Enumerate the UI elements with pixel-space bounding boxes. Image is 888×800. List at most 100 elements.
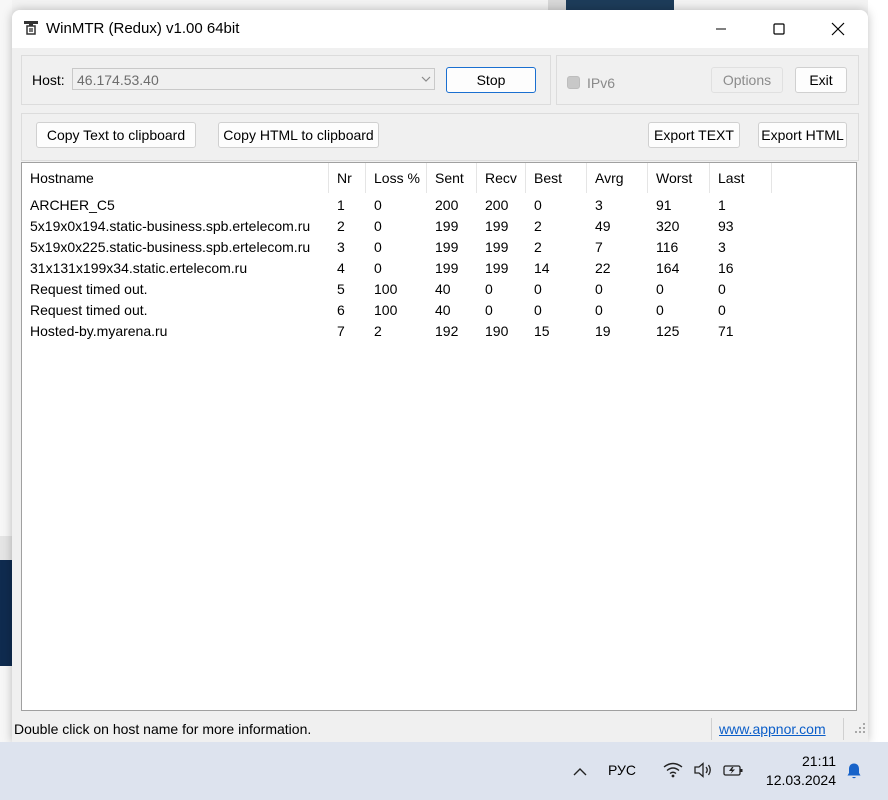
input-language[interactable]: РУС [608, 762, 636, 778]
notification-bell-icon[interactable] [844, 760, 864, 782]
stat-cell: 71 [718, 323, 734, 339]
stat-cell: 199 [435, 260, 459, 276]
stat-cell: 22 [595, 260, 611, 276]
battery-charging-icon[interactable] [721, 760, 745, 780]
options-button[interactable]: Options [711, 67, 783, 93]
background-window-edge [0, 536, 12, 560]
status-divider [711, 718, 712, 740]
exit-button[interactable]: Exit [795, 67, 847, 93]
results-list[interactable]: Hostname Nr Loss % Sent Recv Best Avrg W… [21, 162, 857, 711]
stat-cell: 40 [435, 302, 451, 318]
stat-cell: 0 [534, 197, 542, 213]
stat-cell: 0 [374, 218, 382, 234]
column-header[interactable]: Worst [648, 163, 710, 193]
stat-cell: 16 [718, 260, 734, 276]
winmtr-window: WinMTR (Redux) v1.00 64bit Host: 46.174.… [12, 10, 868, 742]
table-row[interactable]: 5x19x0x225.static-business.spb.ertelecom… [22, 237, 856, 258]
stat-cell: 0 [485, 302, 493, 318]
table-row[interactable]: 5x19x0x194.static-business.spb.ertelecom… [22, 216, 856, 237]
ipv6-label: IPv6 [587, 75, 616, 91]
column-header[interactable]: Sent [427, 163, 477, 193]
stat-cell: 0 [374, 239, 382, 255]
taskbar [0, 742, 888, 800]
desktop-background [868, 0, 888, 742]
stat-cell: 199 [435, 218, 459, 234]
stat-cell: 0 [656, 302, 664, 318]
stat-cell: 100 [374, 302, 398, 318]
stat-cell: 2 [534, 239, 542, 255]
hostname-cell: 5x19x0x194.static-business.spb.ertelecom… [30, 218, 311, 234]
stat-cell: 190 [485, 323, 509, 339]
maximize-button[interactable] [750, 10, 808, 48]
column-header[interactable]: Recv [477, 163, 526, 193]
website-link[interactable]: www.appnor.com [719, 721, 826, 737]
chevron-down-icon[interactable] [418, 70, 434, 88]
column-header[interactable]: Avrg [587, 163, 648, 193]
stat-cell: 0 [374, 260, 382, 276]
stat-cell: 199 [485, 260, 509, 276]
chevron-up-icon [573, 767, 587, 775]
export-html-button[interactable]: Export HTML [758, 122, 847, 148]
table-row[interactable]: Request timed out. 5 100 40 0 0 0 0 0 [22, 279, 856, 300]
stat-cell: 49 [595, 218, 611, 234]
background-window-edge [0, 560, 12, 666]
stat-cell: 40 [435, 281, 451, 297]
stat-cell: 3 [337, 239, 345, 255]
stat-cell: 2 [374, 323, 382, 339]
stat-cell: 7 [337, 323, 345, 339]
stat-cell: 164 [656, 260, 680, 276]
stat-cell: 0 [718, 302, 726, 318]
stat-cell: 0 [595, 281, 603, 297]
stat-cell: 5 [337, 281, 345, 297]
resize-grip-icon[interactable] [854, 722, 866, 734]
stat-cell: 2 [534, 218, 542, 234]
column-header[interactable]: Hostname [22, 163, 329, 193]
export-text-button[interactable]: Export TEXT [648, 122, 740, 148]
column-header[interactable]: Last [710, 163, 772, 193]
table-row[interactable]: ARCHER_C5 1 0 200 200 0 3 91 1 [22, 195, 856, 216]
show-hidden-icons-button[interactable] [570, 762, 590, 780]
hostname-cell: 5x19x0x225.static-business.spb.ertelecom… [30, 239, 311, 255]
stat-cell: 93 [718, 218, 734, 234]
stat-cell: 0 [595, 302, 603, 318]
winmtr-app-icon [22, 19, 40, 37]
stat-cell: 199 [485, 218, 509, 234]
host-input[interactable]: 46.174.53.40 [72, 68, 435, 90]
table-row[interactable]: Hosted-by.myarena.ru 7 2 192 190 15 19 125 71 [22, 321, 856, 342]
column-header[interactable]: Nr [329, 163, 366, 193]
host-label: Host: [32, 72, 65, 88]
copy-html-button[interactable]: Copy HTML to clipboard [218, 122, 379, 148]
ipv6-checkbox[interactable] [567, 76, 580, 89]
copy-text-button[interactable]: Copy Text to clipboard [36, 122, 196, 148]
stat-cell: 6 [337, 302, 345, 318]
window-title: WinMTR (Redux) v1.00 64bit [46, 20, 240, 37]
stat-cell: 91 [656, 197, 672, 213]
minimize-icon [716, 28, 726, 30]
table-row[interactable]: Request timed out. 6 100 40 0 0 0 0 0 [22, 300, 856, 321]
stat-cell: 200 [485, 197, 509, 213]
column-header[interactable]: Loss % [366, 163, 427, 193]
stat-cell: 15 [534, 323, 550, 339]
hostname-cell: Request timed out. [30, 302, 148, 318]
stat-cell: 4 [337, 260, 345, 276]
close-button[interactable] [809, 10, 867, 48]
stat-cell: 1 [337, 197, 345, 213]
stat-cell: 100 [374, 281, 398, 297]
stat-cell: 192 [435, 323, 459, 339]
stat-cell: 19 [595, 323, 611, 339]
table-row[interactable]: 31x131x199x34.static.ertelecom.ru 4 0 199 19… [22, 258, 856, 279]
stat-cell: 320 [656, 218, 680, 234]
hostname-cell: Hosted-by.myarena.ru [30, 323, 168, 339]
column-header[interactable]: Best [526, 163, 587, 193]
stat-cell: 0 [485, 281, 493, 297]
stat-cell: 1 [718, 197, 726, 213]
wifi-icon[interactable] [662, 760, 684, 780]
stop-button[interactable]: Stop [446, 67, 536, 93]
clock[interactable]: 21:11 12.03.2024 [764, 752, 836, 790]
stat-cell: 125 [656, 323, 680, 339]
minimize-button[interactable] [692, 10, 750, 48]
volume-icon[interactable] [692, 760, 714, 780]
hostname-cell: ARCHER_C5 [30, 197, 115, 213]
title-bar[interactable]: WinMTR (Redux) v1.00 64bit [12, 10, 868, 48]
status-bar: Double click on host name for more infor… [12, 716, 868, 742]
